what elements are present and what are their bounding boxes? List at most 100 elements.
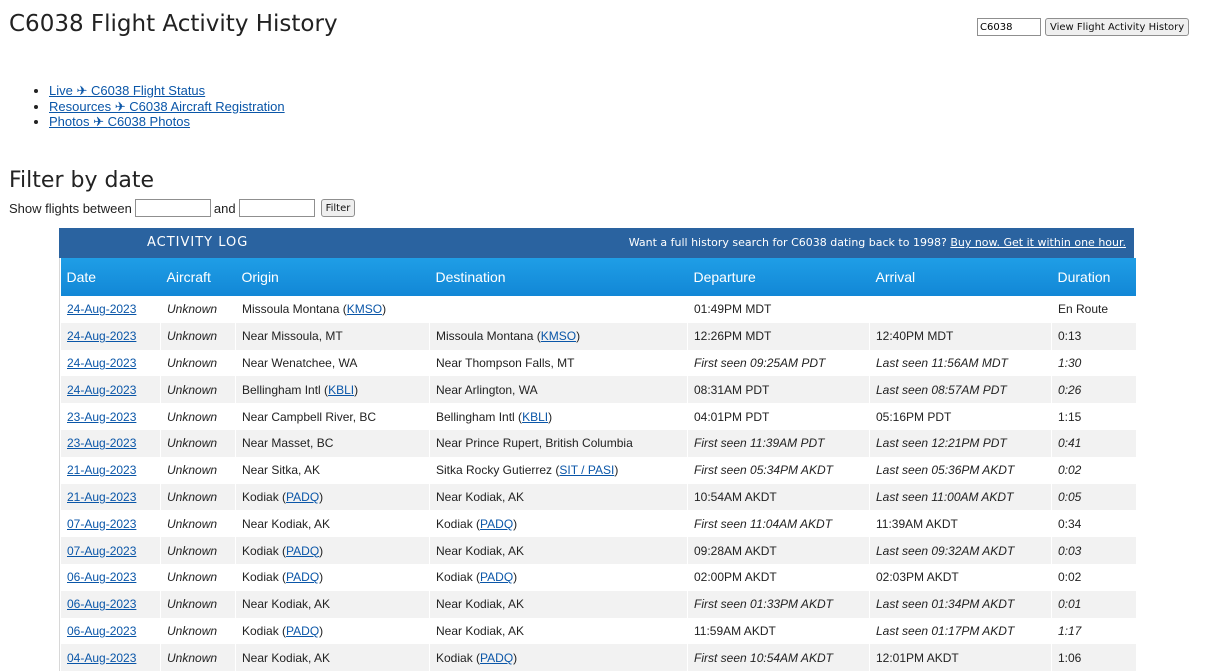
airport-code-link[interactable]: KBLI xyxy=(328,383,354,397)
arrival-cell xyxy=(869,296,1052,323)
departure-cell: First seen 01:33PM AKDT xyxy=(687,590,870,618)
column-header-duration[interactable]: Duration xyxy=(1051,258,1136,296)
airport-code-link[interactable]: PADQ xyxy=(480,570,513,584)
airport-code-link[interactable]: PADQ xyxy=(286,490,319,504)
duration-cell: 1:06 xyxy=(1051,644,1136,671)
flight-date-link[interactable]: 07-Aug-2023 xyxy=(67,544,136,558)
arrival-cell: Last seen 09:32AM AKDT xyxy=(869,537,1052,564)
origin-cell: Kodiak (PADQ) xyxy=(235,537,430,564)
flight-date-link[interactable]: 24-Aug-2023 xyxy=(67,302,136,316)
flight-date-link[interactable]: 23-Aug-2023 xyxy=(67,436,136,450)
date-cell: 04-Aug-2023 xyxy=(60,644,161,671)
flight-date-link[interactable]: 24-Aug-2023 xyxy=(67,383,136,397)
flight-status-link[interactable]: Live ✈ C6038 Flight Status xyxy=(49,83,205,98)
airport-code-link[interactable]: PADQ xyxy=(286,544,319,558)
table-header-row: Date Aircraft Origin Destination Departu… xyxy=(60,258,1136,296)
flight-date-link[interactable]: 06-Aug-2023 xyxy=(67,597,136,611)
date-cell: 24-Aug-2023 xyxy=(60,376,161,404)
column-header-origin[interactable]: Origin xyxy=(235,258,430,296)
flight-date-link[interactable]: 06-Aug-2023 xyxy=(67,570,136,584)
origin-cell: Missoula Montana (KMSO) xyxy=(235,296,430,323)
link-flight-status: Live ✈ C6038 Flight Status xyxy=(49,83,285,99)
column-header-destination[interactable]: Destination xyxy=(429,258,688,296)
duration-cell: 0:34 xyxy=(1051,510,1136,538)
filter-button[interactable]: Filter xyxy=(320,199,356,217)
departure-cell: 01:49PM MDT xyxy=(687,296,870,323)
photos-link[interactable]: Photos ✈ C6038 Photos xyxy=(49,114,190,129)
date-cell: 24-Aug-2023 xyxy=(60,322,161,350)
aircraft-registration-link[interactable]: Resources ✈ C6038 Aircraft Registration xyxy=(49,99,285,114)
destination-cell: Sitka Rocky Gutierrez (SIT / PASI) xyxy=(429,456,688,484)
arrival-cell: Last seen 01:34PM AKDT xyxy=(869,590,1052,618)
column-header-aircraft[interactable]: Aircraft xyxy=(160,258,236,296)
flight-date-link[interactable]: 23-Aug-2023 xyxy=(67,410,136,424)
flight-date-link[interactable]: 07-Aug-2023 xyxy=(67,517,136,531)
registration-input[interactable] xyxy=(977,18,1041,36)
origin-cell: Near Sitka, AK xyxy=(235,456,430,484)
buy-now-link[interactable]: Buy now. Get it within one hour. xyxy=(950,236,1126,249)
airport-code-link[interactable]: PADQ xyxy=(480,517,513,531)
place-name: Near Masset, BC xyxy=(242,436,334,451)
departure-cell: First seen 11:39AM PDT xyxy=(687,429,870,457)
arrival-cell: Last seen 11:00AM AKDT xyxy=(869,483,1052,511)
duration-cell: 0:03 xyxy=(1051,537,1136,564)
duration-cell: 0:02 xyxy=(1051,456,1136,484)
column-header-date[interactable]: Date xyxy=(60,258,161,296)
date-from-input[interactable] xyxy=(134,199,211,217)
airport-code-link[interactable]: PADQ xyxy=(286,570,319,584)
departure-cell: First seen 09:25AM PDT xyxy=(687,349,870,377)
place-name: Kodiak xyxy=(436,650,473,665)
filter-and-label: and xyxy=(213,200,236,216)
flight-date-link[interactable]: 06-Aug-2023 xyxy=(67,624,136,638)
link-prefix: Photos ✈ xyxy=(49,114,104,129)
destination-cell: Near Kodiak, AK xyxy=(429,617,688,645)
departure-cell: First seen 10:54AM AKDT xyxy=(687,644,870,671)
table-row: 23-Aug-2023 Unknown Near Campbell River, B… xyxy=(60,403,1136,430)
arrival-cell: 11:39AM AKDT xyxy=(869,510,1052,538)
flight-date-link[interactable]: 21-Aug-2023 xyxy=(67,463,136,477)
table-row: 24-Aug-2023 Unknown Missoula Montana (KMSO… xyxy=(60,296,1136,323)
page-title: C6038 Flight Activity History xyxy=(9,11,338,37)
view-flight-activity-button[interactable]: View Flight Activity History xyxy=(1045,18,1190,36)
flight-date-link[interactable]: 04-Aug-2023 xyxy=(67,651,136,665)
column-header-arrival[interactable]: Arrival xyxy=(869,258,1052,296)
place-name: Near Campbell River, BC xyxy=(242,409,377,424)
date-cell: 06-Aug-2023 xyxy=(60,617,161,645)
departure-cell: 12:26PM MDT xyxy=(687,322,870,350)
airport-code-link[interactable]: PADQ xyxy=(286,624,319,638)
activity-log: ACTIVITY LOG Want a full history search … xyxy=(59,228,1136,671)
aircraft-cell: Unknown xyxy=(160,322,236,350)
origin-cell: Kodiak (PADQ) xyxy=(235,483,430,511)
column-header-departure[interactable]: Departure xyxy=(687,258,870,296)
origin-cell: Near Masset, BC xyxy=(235,429,430,457)
place-name: Near Kodiak, AK xyxy=(242,597,331,612)
airport-code-link[interactable]: KMSO xyxy=(347,302,382,316)
flight-date-link[interactable]: 21-Aug-2023 xyxy=(67,490,136,504)
flight-date-link[interactable]: 24-Aug-2023 xyxy=(67,356,136,370)
destination-cell: Kodiak (PADQ) xyxy=(429,563,688,591)
place-name: Missoula Montana xyxy=(242,302,340,317)
place-name: Kodiak xyxy=(242,623,279,638)
arrival-cell: 12:01PM AKDT xyxy=(869,644,1052,671)
date-cell: 21-Aug-2023 xyxy=(60,456,161,484)
link-photos: Photos ✈ C6038 Photos xyxy=(49,114,285,130)
aircraft-cell: Unknown xyxy=(160,644,236,671)
place-name: Kodiak xyxy=(436,570,473,585)
place-name: Near Missoula, MT xyxy=(242,329,343,344)
link-prefix: Live ✈ xyxy=(49,83,88,98)
arrival-cell: Last seen 08:57AM PDT xyxy=(869,376,1052,404)
date-to-input[interactable] xyxy=(238,199,315,217)
link-label: C6038 Photos xyxy=(107,114,191,129)
airport-code-link[interactable]: KBLI xyxy=(522,410,548,424)
flight-date-link[interactable]: 24-Aug-2023 xyxy=(67,329,136,343)
destination-cell: Near Prince Rupert, British Columbia xyxy=(429,429,688,457)
airport-code-link[interactable]: PADQ xyxy=(480,651,513,665)
table-row: 21-Aug-2023 Unknown Near Sitka, AK Sitka Ro… xyxy=(60,456,1136,484)
airport-code-link[interactable]: SIT / PASI xyxy=(559,463,614,477)
flight-history-table: Date Aircraft Origin Destination Departu… xyxy=(60,258,1136,671)
duration-cell: 0:02 xyxy=(1051,563,1136,591)
airport-code-link[interactable]: KMSO xyxy=(541,329,576,343)
table-body: 24-Aug-2023 Unknown Missoula Montana (KMSO… xyxy=(60,296,1136,671)
duration-cell: En Route xyxy=(1051,296,1136,323)
place-name: Near Kodiak, AK xyxy=(436,489,525,504)
